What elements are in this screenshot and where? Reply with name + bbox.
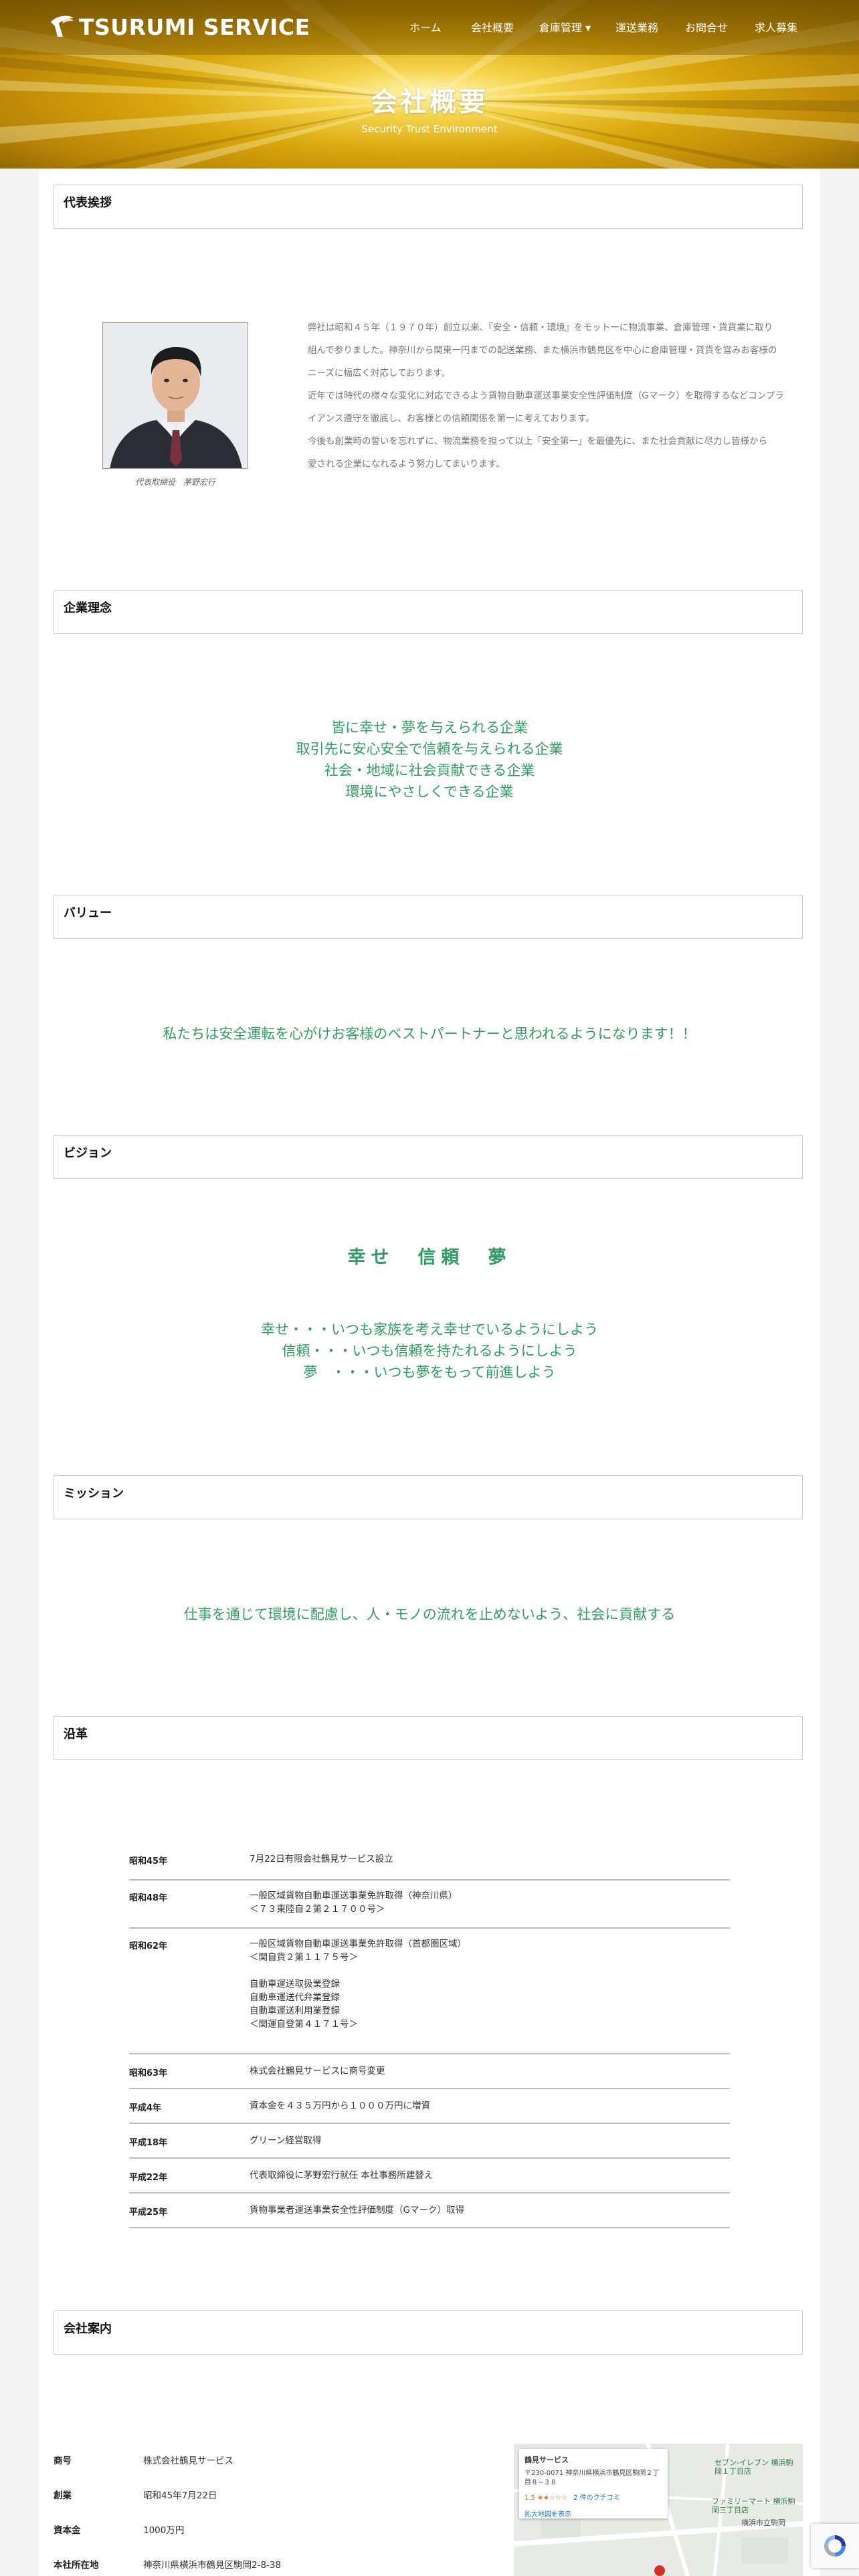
- nav-warehouse[interactable]: 倉庫管理 ▾: [539, 19, 591, 35]
- history-era: 平成22年: [129, 2173, 168, 2183]
- history-era: 平成18年: [129, 2138, 168, 2148]
- philosophy-line: 社会・地域に社会貢献できる企業: [324, 762, 535, 778]
- brand-name: TSURUMI SERVICE: [79, 13, 310, 40]
- vision-text: 幸せ・・・いつも家族を考え幸せでいるようにしよう 信頼・・・いつも信頼を持たれる…: [0, 1319, 859, 1383]
- vision-line: 幸せ・・・いつも家族を考え幸せでいるようにしよう: [261, 1321, 598, 1337]
- history-row: 昭和63年 株式会社鶴見サービスに商号変更: [129, 2054, 730, 2089]
- vision-title: 幸せ 信頼 夢: [347, 1247, 512, 1268]
- section-title: 企業理念: [64, 601, 112, 615]
- history-row: 平成18年 グリーン経営取得: [129, 2124, 730, 2159]
- map-place-name: 鶴見サービス: [524, 2456, 569, 2464]
- section-philosophy-heading: 企業理念: [54, 590, 803, 634]
- embedded-map[interactable]: 鶴見サービス 〒230-0071 神奈川県横浜市鶴見区駒岡２丁目８−３８ 1.5…: [514, 2444, 803, 2576]
- company-value: 1000万円: [143, 2525, 185, 2536]
- company-key: 本社所在地: [54, 2560, 99, 2571]
- history-era: 昭和48年: [129, 1893, 168, 1903]
- greeting-line: イアンス遵守を徹底し、お客様との信頼関係を第一に考えております。: [308, 413, 595, 424]
- section-mission-heading: ミッション: [54, 1475, 803, 1519]
- ceo-caption: 代表取締役 茅野宏行: [134, 477, 215, 487]
- nav-contact[interactable]: お問合せ: [685, 19, 728, 35]
- history-desc: 7月22日有限会社鶴見サービス設立: [250, 1854, 393, 1864]
- history-row: 昭和62年 一般区域貨物自動車運送事業免許取得（首都圏区域） ＜関自貨２第１１７…: [129, 1929, 730, 2054]
- section-greeting-heading: 代表挨拶: [54, 185, 803, 229]
- history-desc: 貨物事業者運送事業安全性評価制度（Gマーク）取得: [250, 2205, 464, 2216]
- company-value: 昭和45年7月22日: [143, 2490, 217, 2501]
- history-era: 平成4年: [129, 2103, 162, 2113]
- top-navigation-bar: TSURUMI SERVICE ホーム 会社概要 倉庫管理 ▾ 運送業務 お問合…: [0, 0, 859, 55]
- company-value: 神奈川県横浜市鶴見区駒岡2-8-38: [143, 2560, 282, 2571]
- section-title: ビジョン: [64, 1146, 112, 1160]
- philosophy-line: 皆に幸せ・夢を与えられる企業: [331, 720, 528, 736]
- section-company-heading: 会社案内: [54, 2311, 803, 2355]
- vision-line: 信頼・・・いつも信頼を持たれるようにしよう: [282, 1343, 577, 1359]
- history-era: 昭和45年: [129, 1856, 168, 1866]
- map-larger-link[interactable]: 拡大地図を表示: [524, 2508, 662, 2518]
- section-title: 会社案内: [64, 2322, 112, 2336]
- map-poi-school: 横浜市立駒岡: [741, 2518, 785, 2527]
- history-row: 昭和48年 一般区域貨物自動車運送事業免許取得（神奈川県） ＜７３東陸自２第２１…: [129, 1881, 730, 1929]
- map-poi-family: ファミリーマート 横浜駒岡三丁目店: [712, 2497, 795, 2514]
- philosophy-line: 環境にやさしくできる企業: [345, 784, 514, 800]
- map-rating-value: 1.5 ★★☆☆☆: [524, 2494, 567, 2502]
- greeting-line: 今後も創業時の誓いを忘れずに、物流業務を担って以上「安全第一」を最優先に、また社…: [308, 436, 768, 447]
- map-rating: 1.5 ★★☆☆☆ 2 件のクチコミ: [524, 2492, 662, 2502]
- history-desc: 代表取締役に茅野宏行就任 本社事務所建替え: [250, 2170, 434, 2181]
- history-desc: 資本金を４３５万円から１０００万円に増資: [250, 2101, 430, 2111]
- nav-recruit[interactable]: 求人募集: [755, 19, 797, 35]
- hero-banner: TSURUMI SERVICE ホーム 会社概要 倉庫管理 ▾ 運送業務 お問合…: [0, 0, 859, 169]
- section-title: 代表挨拶: [64, 196, 112, 210]
- history-row: 平成25年 貨物事業者運送事業安全性評価制度（Gマーク）取得: [129, 2193, 730, 2228]
- history-era: 昭和62年: [129, 1941, 168, 1951]
- history-desc: 一般区域貨物自動車運送事業免許取得（首都圏区域） ＜関自貨２第１１７５号＞ 自動…: [250, 1939, 466, 2030]
- history-desc: 一般区域貨物自動車運送事業免許取得（神奈川県） ＜７３東陸自２第２１７００号＞: [250, 1891, 458, 1915]
- company-key: 資本金: [54, 2525, 81, 2536]
- nav-transport[interactable]: 運送業務: [615, 19, 658, 35]
- section-value-heading: バリュー: [54, 895, 803, 939]
- company-key: 商号: [54, 2456, 72, 2466]
- greeting-line: 組んで参りました。神奈川から関東一円までの配送業務、また横浜市鶴見区を中心に倉庫…: [308, 345, 777, 356]
- history-row: 平成22年 代表取締役に茅野宏行就任 本社事務所建替え: [129, 2159, 730, 2193]
- greeting-line: 愛される企業になれるよう努力してまいります。: [308, 459, 505, 469]
- company-value: 株式会社鶴見サービス: [143, 2456, 233, 2466]
- history-desc: グリーン経営取得: [250, 2135, 322, 2146]
- nav-company[interactable]: 会社概要: [471, 19, 514, 35]
- greeting-line: ニーズに幅広く対応しております。: [308, 368, 451, 379]
- page-subtitle: Security Trust Environment: [361, 123, 498, 135]
- value-text: 私たちは安全運転を心がけお客様のベストパートナーと思われるようになります！！: [163, 1026, 696, 1042]
- recaptcha-badge[interactable]: [811, 2524, 859, 2568]
- greeting-text: 弊社は昭和４５年（１９７０年）創立以来、『安全・信頼・環境』をモットーに物流事業…: [308, 316, 803, 475]
- map-place-card: 鶴見サービス 〒230-0071 神奈川県横浜市鶴見区駒岡２丁目８−３８ 1.5…: [519, 2449, 668, 2518]
- mission-text: 仕事を通じて環境に配慮し、人・モノの流れを止めないよう、社会に貢献する: [183, 1606, 676, 1622]
- ceo-portrait-image: [103, 323, 248, 468]
- map-address: 〒230-0071 神奈川県横浜市鶴見区駒岡２丁目８−３８: [524, 2470, 660, 2486]
- greeting-line: 弊社は昭和４５年（１９７０年）創立以来、『安全・信頼・環境』をモットーに物流事業…: [308, 322, 773, 333]
- philosophy-text: 皆に幸せ・夢を与えられる企業 取引先に安心安全で信頼を与えられる企業 社会・地域…: [0, 717, 859, 802]
- section-title: ミッション: [64, 1487, 124, 1501]
- greeting-line: 近年では時代の様々な変化に対応できるよう貨物自動車運送事業安全性評価制度（Gマー…: [308, 391, 784, 401]
- section-title: 沿革: [64, 1727, 88, 1741]
- history-row: 昭和45年 7月22日有限会社鶴見サービス設立: [129, 1839, 730, 1881]
- history-era: 昭和63年: [129, 2068, 168, 2078]
- vision-line: 夢 ・・・いつも夢をもって前進しよう: [303, 1364, 556, 1380]
- company-key: 創業: [54, 2490, 72, 2501]
- history-table: 昭和45年 7月22日有限会社鶴見サービス設立 昭和48年 一般区域貨物自動車運…: [129, 1839, 730, 2228]
- ceo-photo: [102, 322, 248, 469]
- map-poi-seven: セブン-イレブン 横浜駒岡１丁目店: [714, 2458, 793, 2476]
- section-vision-heading: ビジョン: [54, 1135, 803, 1179]
- main-nav: ホーム 会社概要 倉庫管理 ▾ 運送業務 お問合せ 求人募集: [401, 19, 830, 35]
- page-title: 会社概要: [371, 87, 488, 118]
- nav-home[interactable]: ホーム: [409, 19, 442, 35]
- history-row: 平成4年 資本金を４３５万円から１０００万円に増資: [129, 2089, 730, 2124]
- recaptcha-icon: [824, 2535, 846, 2557]
- philosophy-line: 取引先に安心安全で信頼を与えられる企業: [296, 741, 563, 757]
- site-logo[interactable]: TSURUMI SERVICE: [48, 11, 310, 43]
- map-reviews-link[interactable]: 2 件のクチコミ: [573, 2494, 620, 2502]
- history-desc: 株式会社鶴見サービスに商号変更: [250, 2066, 385, 2076]
- section-history-heading: 沿革: [54, 1716, 803, 1760]
- crane-logo-icon: [51, 15, 74, 37]
- history-era: 平成25年: [129, 2208, 168, 2218]
- section-title: バリュー: [64, 906, 112, 920]
